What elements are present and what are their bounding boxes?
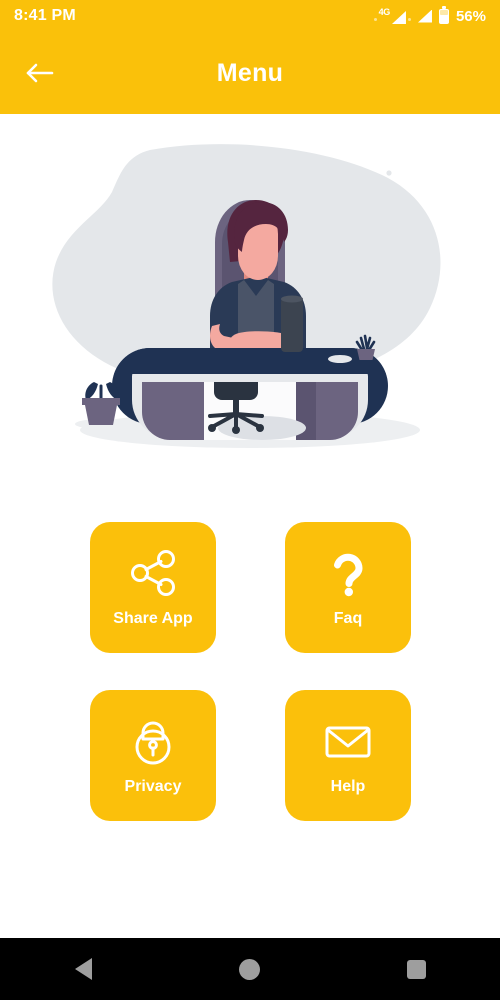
chair-seat [214, 382, 258, 400]
desk-cylinder-top [281, 295, 303, 303]
desk-mouse [328, 355, 352, 363]
battery-percent-label: 56% [455, 7, 486, 25]
menu-tile-label: Share App [113, 609, 193, 627]
status-bar-icons: 4G 56% [373, 6, 486, 25]
status-bar: 8:41 PM 4G 56% [0, 0, 500, 32]
signal-bars-primary [391, 11, 406, 24]
nav-recents-button[interactable] [387, 947, 447, 991]
menu-tile-help[interactable]: Help [285, 690, 411, 821]
network-type-label: 4G [378, 7, 391, 17]
person-at-desk-illustration [0, 130, 500, 480]
chair-wheel-3 [232, 426, 240, 434]
desk-pedestal-left [142, 382, 204, 440]
page-title: Menu [216, 58, 284, 87]
circle-home-icon [239, 958, 261, 980]
signal-bars-icon [417, 9, 432, 23]
chair-wheel-2 [256, 424, 264, 432]
share-icon [125, 545, 181, 601]
menu-tile-label: Help [330, 777, 366, 795]
chair-column [233, 398, 239, 414]
question-mark-icon [320, 545, 376, 601]
menu-tile-faq[interactable]: Faq [285, 522, 411, 653]
decorative-dot-small [386, 170, 392, 176]
menu-tile-label: Faq [333, 609, 363, 627]
illustration-svg [52, 144, 441, 448]
nav-home-button[interactable] [220, 947, 280, 991]
signal-dot-right [407, 18, 411, 21]
desk-plant-pot [357, 349, 375, 360]
battery-icon [438, 6, 449, 24]
triangle-back-icon [74, 958, 92, 980]
menu-grid: Share App Faq Privacy Help [90, 522, 411, 821]
menu-tile-privacy[interactable]: Privacy [90, 690, 216, 821]
desk-cylinder-object [281, 298, 303, 352]
envelope-icon [320, 713, 376, 769]
menu-tile-label: Privacy [124, 777, 182, 795]
lock-icon [125, 713, 181, 769]
floor-plant-pot [85, 405, 117, 425]
signal-dot-left [373, 18, 377, 21]
signal-4g-icon: 4G [373, 7, 411, 24]
arrow-left-icon [26, 63, 54, 83]
app-bar: Menu [0, 32, 500, 114]
status-time: 8:41 PM [14, 7, 76, 24]
decorative-dot-large [324, 173, 342, 191]
back-button[interactable] [20, 53, 60, 93]
app-screen: 8:41 PM 4G 56% Menu Share App Faq Privac… [0, 0, 500, 1000]
chair-wheel-1 [208, 424, 216, 432]
system-navigation-bar [0, 938, 500, 1000]
menu-tile-share-app[interactable]: Share App [90, 522, 216, 653]
floor-plant-pot-rim [82, 398, 120, 405]
floor-plant-leaf-left [85, 382, 98, 400]
decorative-dot-medium [364, 191, 378, 205]
nav-back-button[interactable] [53, 947, 113, 991]
square-recents-icon [407, 959, 427, 979]
